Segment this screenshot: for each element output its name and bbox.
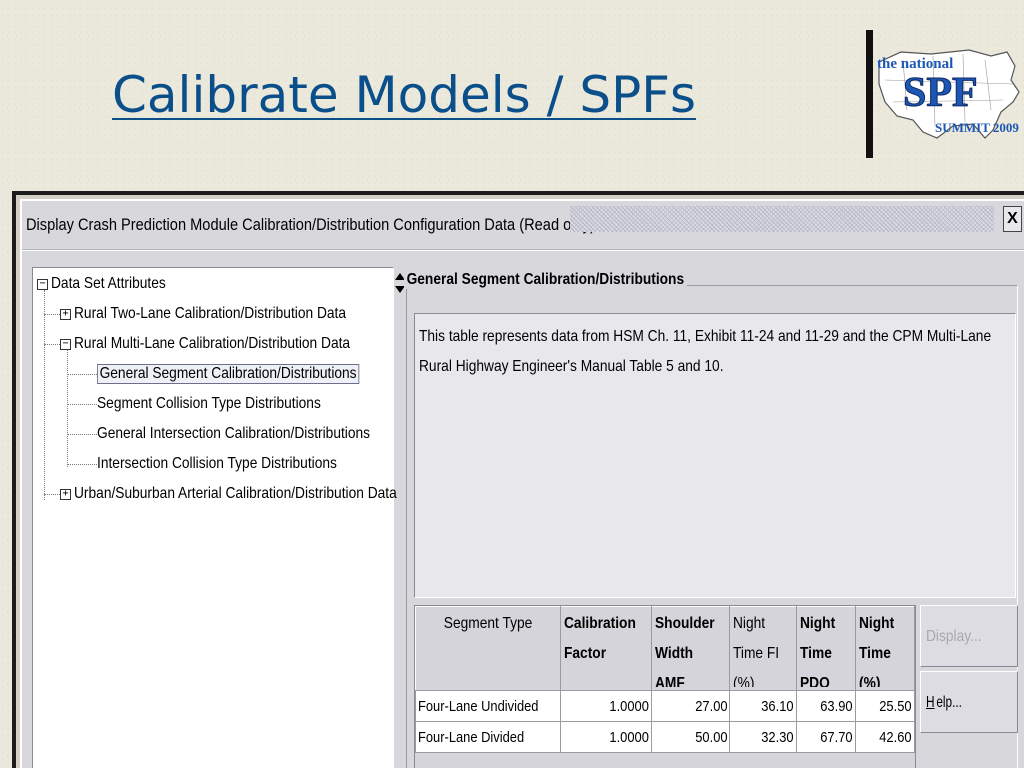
window-title: Display Crash Prediction Module Calibrat…	[26, 215, 595, 234]
spf-summit-logo: the national SPF SUMMIT 2009	[873, 40, 1024, 146]
tree-item-label: Intersection Collision Type Distribution…	[97, 455, 337, 472]
help-mnemonic: H	[926, 694, 935, 711]
tree-item-label: Urban/Suburban Arterial Calibration/Dist…	[74, 485, 397, 502]
tree-item-label: Rural Two-Lane Calibration/Distribution …	[74, 305, 347, 322]
tree-item-general-segment[interactable]: General Segment Calibration/Distribution…	[97, 360, 402, 388]
titlebar-pattern	[570, 206, 994, 232]
group-title: General Segment Calibration/Distribution…	[404, 271, 687, 289]
logo-divider	[866, 30, 873, 158]
table-cell: Four-Lane Undivided	[414, 690, 562, 722]
tree-line	[67, 434, 97, 435]
tree-line	[44, 494, 60, 495]
description-box: This table represents data from HSM Ch. …	[414, 313, 1016, 598]
tree-line	[67, 350, 68, 467]
table-cell: Four-Lane Divided	[414, 721, 562, 753]
tree-line	[44, 290, 45, 500]
table-cell: 50.00	[650, 721, 731, 753]
tree-line	[67, 374, 97, 375]
expand-icon[interactable]: +	[60, 488, 71, 500]
calibration-window: Display Crash Prediction Module Calibrat…	[12, 191, 1024, 768]
tree-item-label: Rural Multi-Lane Calibration/Distributio…	[74, 335, 351, 352]
window-body: Display Crash Prediction Module Calibrat…	[20, 199, 1024, 768]
data-set-tree: − Data Set Attributes + Rural Two-Lane C…	[32, 267, 397, 768]
description-text: This table represents data from HSM Ch. …	[419, 328, 992, 375]
table-cell: 67.70	[795, 721, 856, 753]
table-cell: 1.0000	[560, 721, 652, 753]
tree-item-intersection-collision[interactable]: Intersection Collision Type Distribution…	[97, 450, 376, 478]
column-header[interactable]: Shoulder Width AMF Related	[650, 606, 731, 691]
close-button[interactable]: X	[1003, 206, 1022, 232]
table-cell: 1.0000	[560, 690, 652, 722]
table-cell: 32.30	[729, 721, 797, 753]
titlebar-separator	[22, 249, 1024, 251]
table-row[interactable]: Four-Lane Undivided 1.0000 27.00 36.10 6…	[414, 690, 916, 722]
tree-line	[44, 314, 60, 315]
column-header[interactable]: Segment Type	[414, 606, 562, 691]
calibration-table-area: Segment Type Calibration Factor Shoulder…	[414, 605, 916, 768]
help-label: elp...	[935, 694, 962, 711]
calibration-table: Segment Type Calibration Factor Shoulder…	[414, 606, 916, 753]
us-map-logo-graphic: the national SPF SUMMIT 2009	[877, 49, 1020, 139]
logo-line3: SUMMIT 2009	[935, 120, 1019, 135]
split-pane-divider[interactable]	[395, 267, 405, 307]
tree-item-label: General Intersection Calibration/Distrib…	[97, 425, 371, 442]
help-button[interactable]: Help...	[920, 671, 1018, 733]
collapse-icon[interactable]: −	[37, 278, 48, 290]
tree-item-rural-multi-lane[interactable]: − Rural Multi-Lane Calibration/Distribut…	[60, 330, 395, 358]
tree-item-label: Segment Collision Type Distributions	[97, 395, 321, 412]
tree-item-rural-two-lane[interactable]: + Rural Two-Lane Calibration/Distributio…	[60, 300, 390, 328]
close-icon: X	[1007, 210, 1018, 227]
table-cell: 42.60	[854, 721, 916, 753]
display-button[interactable]: Display...	[920, 605, 1018, 667]
tree-line	[67, 464, 97, 465]
tree-root[interactable]: − Data Set Attributes	[37, 270, 184, 298]
table-cell: 25.50	[854, 690, 916, 722]
tree-line	[67, 404, 97, 405]
tree-item-segment-collision[interactable]: Segment Collision Type Distributions	[97, 390, 357, 418]
tree-item-general-intersection[interactable]: General Intersection Calibration/Distrib…	[97, 420, 414, 448]
column-header[interactable]: Night Time (%)	[854, 606, 916, 691]
column-header[interactable]: Night Time PDO (%)	[795, 606, 856, 691]
table-row[interactable]: Four-Lane Divided 1.0000 50.00 32.30 67.…	[414, 721, 916, 753]
column-header[interactable]: Night Time FI (%)	[729, 606, 797, 691]
slide-title: Calibrate Models / SPFs	[112, 66, 697, 124]
tree-item-urban-suburban[interactable]: + Urban/Suburban Arterial Calibration/Di…	[60, 480, 449, 508]
table-cell: 36.10	[729, 690, 797, 722]
expand-icon[interactable]: +	[60, 308, 71, 320]
collapse-icon[interactable]: −	[60, 338, 71, 350]
table-cell: 27.00	[650, 690, 731, 722]
column-header[interactable]: Calibration Factor	[560, 606, 652, 691]
logo-line2: SPF	[903, 70, 978, 116]
table-header-row: Segment Type Calibration Factor Shoulder…	[414, 606, 916, 691]
tree-item-label-selected: General Segment Calibration/Distribution…	[97, 364, 360, 384]
table-cell: 63.90	[795, 690, 856, 722]
tree-line	[44, 344, 60, 345]
tree-root-label: Data Set Attributes	[51, 275, 166, 292]
